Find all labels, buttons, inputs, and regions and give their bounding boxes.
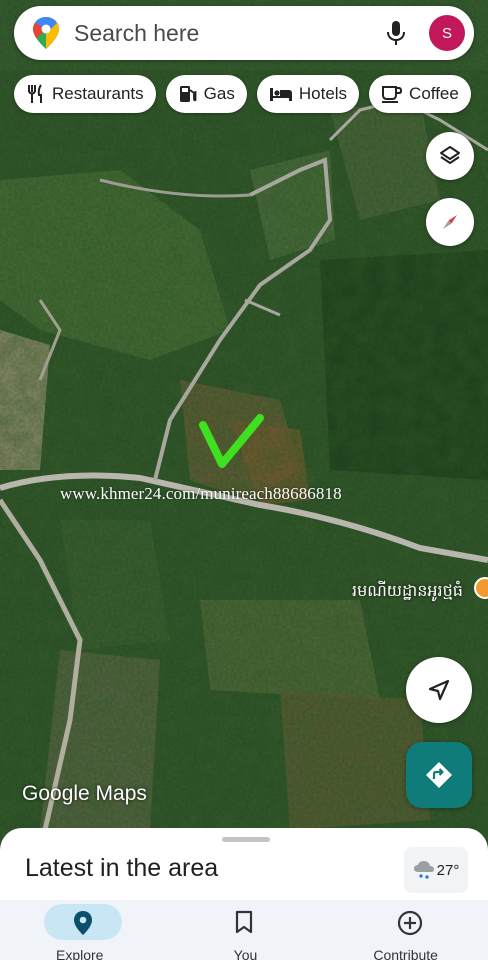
compass-button[interactable] xyxy=(426,198,474,246)
chip-label: Hotels xyxy=(298,84,348,103)
search-input[interactable]: Search here xyxy=(74,20,385,47)
satellite-map[interactable] xyxy=(0,0,488,960)
avatar[interactable]: S xyxy=(429,15,465,51)
layers-button[interactable] xyxy=(426,132,474,180)
chip-hotels[interactable]: Hotels xyxy=(256,75,360,113)
nav-label-contribute: Contribute xyxy=(373,947,438,960)
add-circle-icon xyxy=(398,910,423,936)
search-bar[interactable]: Search here S xyxy=(14,6,474,60)
chip-label: Restaurants xyxy=(52,84,144,103)
bottom-navigation: Explore You Contribute xyxy=(0,900,488,960)
google-maps-logo-icon xyxy=(33,17,59,49)
temperature: 27° xyxy=(436,861,460,879)
place-label[interactable]: រមណីយដ្ឋានអូរថ្មធំ xyxy=(352,580,463,604)
bookmark-icon xyxy=(235,910,252,934)
chip-gas[interactable]: Gas xyxy=(165,75,247,113)
nav-explore[interactable]: Explore xyxy=(0,900,163,960)
weather-chip[interactable]: 27° xyxy=(404,847,468,893)
bottom-sheet[interactable]: Latest in the area 27° xyxy=(0,828,488,908)
drag-handle[interactable] xyxy=(222,837,270,842)
location-pin-icon xyxy=(74,911,92,935)
compass-icon xyxy=(443,215,457,229)
fork-knife-icon xyxy=(28,84,42,103)
chip-restaurants[interactable]: Restaurants xyxy=(14,75,156,113)
cloud-rain-icon xyxy=(413,861,434,879)
layers-icon xyxy=(440,146,460,164)
watermark-text: www.khmer24.com/munireach88686818 xyxy=(60,484,342,503)
nav-label-you: You xyxy=(233,947,258,960)
gas-pump-icon xyxy=(179,86,197,102)
bed-icon xyxy=(269,88,292,101)
nav-label-explore: Explore xyxy=(56,947,104,960)
satellite-imagery xyxy=(0,0,488,960)
nav-contribute[interactable]: Contribute xyxy=(325,900,488,960)
chip-label: Gas xyxy=(203,84,235,103)
category-chips: Restaurants Gas Hotels Coffee xyxy=(14,75,471,113)
coffee-cup-icon xyxy=(382,86,403,103)
directions-icon xyxy=(426,762,452,788)
directions-button[interactable] xyxy=(406,742,472,808)
chip-coffee[interactable]: Coffee xyxy=(369,75,471,113)
microphone-icon[interactable] xyxy=(385,20,407,46)
nav-you[interactable]: You xyxy=(163,900,326,960)
navigation-arrow-icon xyxy=(428,679,450,701)
google-maps-brand: Google Maps xyxy=(22,782,147,805)
chip-label: Coffee xyxy=(409,84,459,103)
sheet-title: Latest in the area xyxy=(25,854,219,882)
my-location-button[interactable] xyxy=(406,657,472,723)
